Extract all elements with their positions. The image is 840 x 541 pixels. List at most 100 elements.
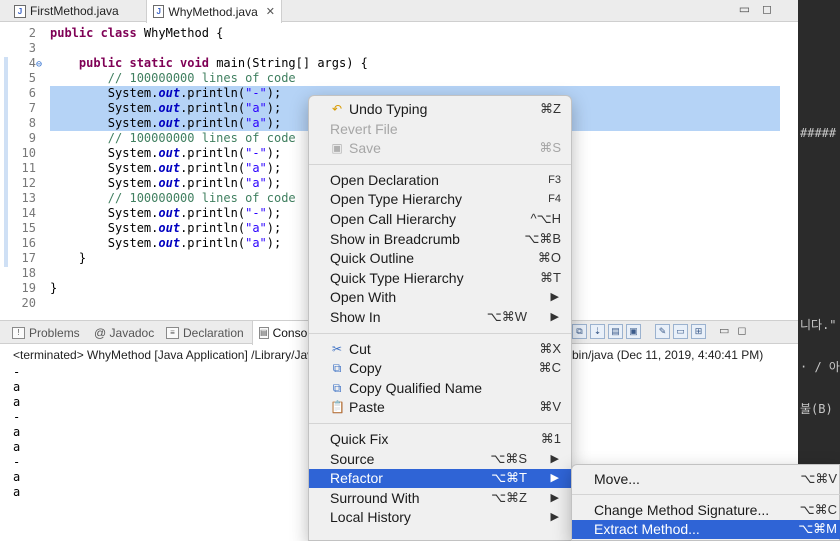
minimize-icon[interactable]: ▭ (739, 2, 762, 16)
code-token: ); (266, 146, 282, 160)
menu-item-shortcut: F3 (548, 173, 561, 186)
code-token: ); (266, 161, 282, 175)
menu-item-cut[interactable]: ✂ Cut ⌘X (309, 340, 571, 359)
tab-first-method[interactable]: J FirstMethod.java (8, 0, 144, 22)
line-number: 12 (21, 176, 36, 190)
menu-item-copy-qualified-name[interactable]: ⧉ Copy Qualified Name (309, 379, 571, 398)
menu-item-label: Quick Type Hierarchy (330, 269, 464, 286)
submenu-item-shortcut: ⌥⌘C (799, 502, 837, 517)
show-stdout-icon[interactable]: ▤ (608, 324, 623, 339)
open-console-icon[interactable]: ⊞ (691, 324, 706, 339)
menu-item-label: Paste (349, 399, 385, 416)
menu-item-show-in[interactable]: Show In ⌥⌘W ▶ (309, 308, 571, 327)
line-number: 3 (28, 41, 36, 55)
line-number: 9 (28, 131, 36, 145)
menu-item-quick-type-hierarchy[interactable]: Quick Type Hierarchy ⌘T (309, 269, 571, 288)
maximize-icon[interactable]: ◻ (762, 2, 784, 16)
code-token: .println( (180, 206, 246, 220)
menu-item-open-declaration[interactable]: Open Declaration F3 (309, 171, 571, 190)
code-token: System. (50, 101, 159, 115)
menu-item-open-type-hierarchy[interactable]: Open Type Hierarchy F4 (309, 190, 571, 209)
line-number: 15 (21, 221, 36, 235)
menu-item-shortcut: ⌘Z (540, 101, 561, 116)
code-token: "a" (245, 236, 267, 250)
tab-console[interactable]: ▤ Conso (252, 321, 310, 345)
tab-problems[interactable]: ! Problems (12, 321, 80, 345)
code-token: "a" (245, 161, 267, 175)
console-terminated-label: <terminated> WhyMethod [Java Application… (13, 348, 314, 362)
code-line[interactable]: 2 public class WhyMethod { (0, 26, 798, 41)
menu-item-open-with[interactable]: Open With ▶ (309, 288, 571, 307)
tab-label: Declaration (183, 326, 244, 340)
display-console-icon[interactable]: ▭ (673, 324, 688, 339)
code-line[interactable]: 5 // 100000000 lines of code (0, 71, 798, 86)
declaration-icon: ≡ (166, 327, 179, 339)
code-token: // 100000000 lines of code (107, 191, 296, 205)
menu-item-refactor[interactable]: Refactor ⌥⌘T ▶ (309, 469, 571, 489)
code-token: ); (266, 86, 282, 100)
menu-item-show-in-breadcrumb[interactable]: Show in Breadcrumb ⌥⌘B (309, 230, 571, 249)
code-token: "a" (245, 176, 267, 190)
submenu-item-change-method-signature[interactable]: Change Method Signature... ⌥⌘C (572, 501, 840, 520)
code-token: .println( (180, 176, 246, 190)
code-token: main(String[] args) { (216, 56, 368, 70)
menu-item-label: Cut (349, 340, 371, 357)
menu-item-shortcut: ⌘X (539, 340, 561, 356)
code-text: // 100000000 lines of code (50, 191, 296, 206)
submenu-arrow-icon: ▶ (550, 511, 559, 524)
submenu-item-move[interactable]: Move... ⌥⌘V (572, 470, 840, 489)
minimize-icon[interactable]: ▭◻ (709, 324, 755, 339)
menu-item-shortcut: ⌘O (537, 250, 561, 266)
background-text: 니다." (800, 318, 837, 332)
close-icon[interactable]: ✕ (266, 5, 275, 18)
code-line[interactable]: 3 (0, 41, 798, 56)
code-text: public static void main(String[] args) { (50, 56, 368, 71)
console-toolbar: ⧉ ⇣ ▤ ▣ ✎ ▭ ⊞ ▭◻ (572, 324, 755, 339)
code-token: .println( (180, 221, 246, 235)
line-number: 11 (21, 161, 36, 175)
menu-item-paste[interactable]: 📋 Paste ⌘V (309, 398, 571, 417)
fold-collapse-icon[interactable]: ⊖ (36, 59, 42, 70)
code-token: "a" (245, 116, 267, 130)
cut-icon: ✂ (331, 341, 343, 356)
menu-item-quick-outline[interactable]: Quick Outline ⌘O (309, 249, 571, 268)
menu-item-shortcut: ⌥⌘T (491, 470, 527, 486)
menu-item-quick-fix[interactable]: Quick Fix ⌘1 (309, 430, 571, 449)
code-token: WhyMethod { (143, 26, 224, 40)
menu-item-undo-typing[interactable]: ↶ Undo Typing ⌘Z (309, 100, 571, 119)
menu-item-source[interactable]: Source ⌥⌘S ▶ (309, 450, 571, 469)
tab-declaration[interactable]: ≡ Declaration (166, 321, 244, 345)
background-window-strip (798, 0, 840, 541)
tab-label: Problems (29, 326, 80, 340)
code-text: System.out.println("a"); (50, 161, 281, 176)
code-token: // 100000000 lines of code (107, 71, 296, 85)
code-token: out (158, 161, 181, 175)
context-menu: ↶ Undo Typing ⌘Z Revert File ▣ Save ⌘S Open Dec… (308, 95, 572, 541)
scroll-lock-icon[interactable]: ⇣ (590, 324, 605, 339)
code-token: .println( (180, 161, 246, 175)
tab-why-method[interactable]: J WhyMethod.java ✕ (146, 0, 282, 23)
menu-item-label: Save (349, 140, 381, 157)
menu-item-shortcut: ⌥⌘W (486, 309, 527, 324)
console-output-line: a (13, 395, 21, 409)
console-output-line: a (13, 485, 21, 499)
line-number: 19 (21, 281, 36, 295)
line-number: 17 (21, 251, 36, 265)
code-text: } (50, 281, 57, 296)
menu-item-local-history[interactable]: Local History ▶ (309, 508, 571, 527)
code-text: } (50, 251, 86, 266)
code-token: System. (50, 116, 159, 130)
menu-item-copy[interactable]: ⧉ Copy ⌘C (309, 359, 571, 378)
submenu-item-extract-method[interactable]: Extract Method... ⌥⌘M (572, 520, 840, 539)
code-token: out (158, 101, 181, 115)
copy-icon[interactable]: ⧉ (572, 324, 587, 339)
tab-javadoc[interactable]: @ Javadoc (94, 321, 154, 345)
pin-console-icon[interactable]: ✎ (655, 324, 670, 339)
menu-item-surround-with[interactable]: Surround With ⌥⌘Z ▶ (309, 489, 571, 508)
code-line[interactable]: 4⊖ public static void main(String[] args… (0, 56, 798, 71)
show-stderr-icon[interactable]: ▣ (626, 324, 641, 339)
code-token: .println( (180, 116, 246, 130)
code-text: // 100000000 lines of code (50, 131, 296, 146)
menu-item-open-call-hierarchy[interactable]: Open Call Hierarchy ^⌥H (309, 210, 571, 229)
